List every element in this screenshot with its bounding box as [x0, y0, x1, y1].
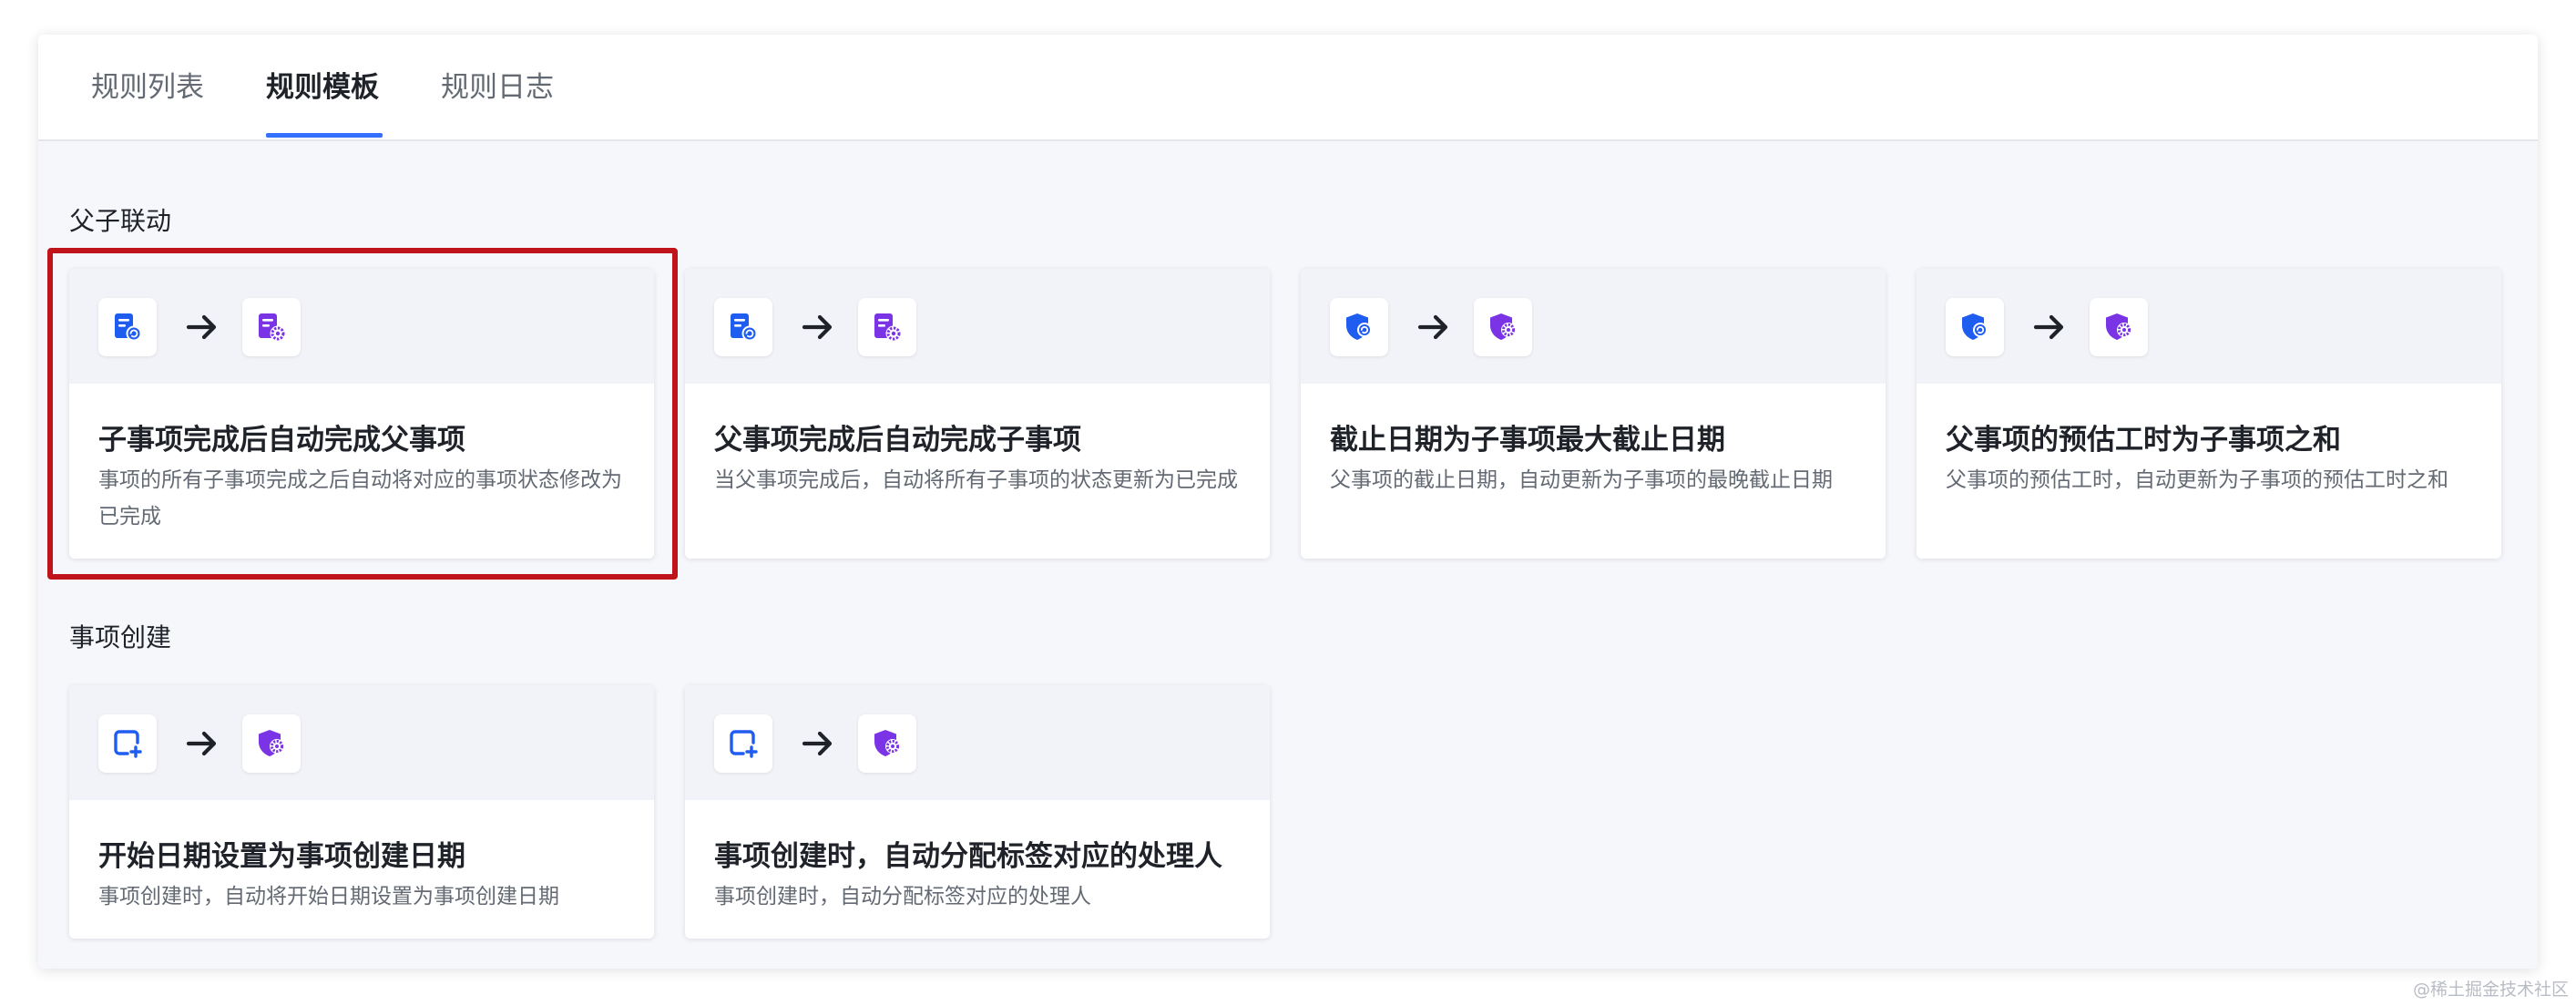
card-title: 截止日期为子事项最大截止日期 [1330, 424, 1725, 457]
watermark: @稀土掘金技术社区 [2412, 980, 2569, 1000]
arrow-right-icon [1417, 314, 1448, 340]
card-description: 事项的所有子事项完成之后自动将对应的事项状态修改为已完成 [98, 468, 622, 529]
action-icon-box [242, 298, 301, 356]
action-icon-box [242, 714, 301, 773]
action-icon-box [1474, 298, 1532, 356]
card-title: 父事项完成后自动完成子事项 [714, 424, 1081, 457]
tab-rule-templates[interactable]: 规则模板 [266, 64, 379, 105]
active-tab-indicator [266, 133, 383, 138]
action-icon-box [2090, 298, 2148, 356]
arrow-right-icon [186, 731, 217, 756]
template-card-estimate-sum-children[interactable]: 父事项的预估工时为子事项之和 父事项的预估工时，自动更新为子事项的预估工时之和 [1917, 269, 2501, 559]
shield-gear-icon [259, 730, 284, 756]
shield-gear-icon [1490, 313, 1516, 340]
document-refresh-icon [115, 313, 142, 342]
card-header [1301, 269, 1886, 384]
trigger-icon-box [1330, 298, 1388, 356]
template-card-assign-by-tag[interactable]: 事项创建时，自动分配标签对应的处理人 事项创建时，自动分配标签对应的处理人 [685, 685, 1270, 939]
trigger-icon-box [98, 714, 157, 773]
template-card-due-date-max-child[interactable]: 截止日期为子事项最大截止日期 父事项的截止日期，自动更新为子事项的最晚截止日期 [1301, 269, 1886, 559]
rules-panel: 规则列表 规则模板 规则日志 父子联动 子事项完成后自动完成父事项 事项的所有子… [38, 35, 2538, 969]
card-header [69, 685, 654, 800]
shield-refresh-icon [1962, 313, 1988, 340]
arrow-right-icon [802, 731, 833, 756]
trigger-icon-box [1946, 298, 2004, 356]
card-description: 父事项的截止日期，自动更新为子事项的最晚截止日期 [1330, 468, 1833, 492]
shield-gear-icon [874, 730, 900, 756]
card-title: 开始日期设置为事项创建日期 [98, 840, 465, 873]
trigger-icon-box [98, 298, 157, 356]
card-title: 事项创建时，自动分配标签对应的处理人 [714, 840, 1222, 873]
card-title: 子事项完成后自动完成父事项 [98, 424, 465, 457]
arrow-right-icon [802, 314, 833, 340]
card-description: 父事项的预估工时，自动更新为子事项的预估工时之和 [1946, 468, 2448, 492]
template-card-child-done-completes-parent[interactable]: 子事项完成后自动完成父事项 事项的所有子事项完成之后自动将对应的事项状态修改为已… [69, 269, 654, 559]
add-item-icon [730, 730, 758, 758]
trigger-icon-box [714, 298, 772, 356]
trigger-icon-box [714, 714, 772, 773]
arrow-right-icon [186, 314, 217, 340]
add-item-icon [114, 730, 142, 758]
action-icon-box [858, 298, 916, 356]
tab-rule-logs[interactable]: 规则日志 [441, 64, 554, 105]
document-gear-icon [259, 313, 286, 342]
action-icon-box [858, 714, 916, 773]
template-card-start-date-creation-date[interactable]: 开始日期设置为事项创建日期 事项创建时，自动将开始日期设置为事项创建日期 [69, 685, 654, 939]
shield-refresh-icon [1346, 313, 1372, 340]
card-header [69, 269, 654, 384]
template-card-parent-done-completes-children[interactable]: 父事项完成后自动完成子事项 当父事项完成后，自动将所有子事项的状态更新为已完成 [685, 269, 1270, 559]
document-gear-icon [874, 313, 902, 342]
card-header [685, 685, 1270, 800]
shield-gear-icon [2106, 313, 2131, 340]
card-description: 事项创建时，自动分配标签对应的处理人 [714, 885, 1091, 908]
card-description: 事项创建时，自动将开始日期设置为事项创建日期 [98, 885, 559, 908]
section-title-item-creation: 事项创建 [69, 622, 172, 652]
tab-bar: 规则列表 规则模板 规则日志 [38, 35, 2538, 141]
card-title: 父事项的预估工时为子事项之和 [1946, 424, 2341, 457]
card-header [685, 269, 1270, 384]
section-title-parent-child: 父子联动 [69, 206, 172, 236]
card-header [1917, 269, 2501, 384]
arrow-right-icon [2033, 314, 2064, 340]
document-refresh-icon [731, 313, 758, 342]
card-description: 当父事项完成后，自动将所有子事项的状态更新为已完成 [714, 468, 1238, 492]
tab-rule-list[interactable]: 规则列表 [91, 64, 204, 105]
